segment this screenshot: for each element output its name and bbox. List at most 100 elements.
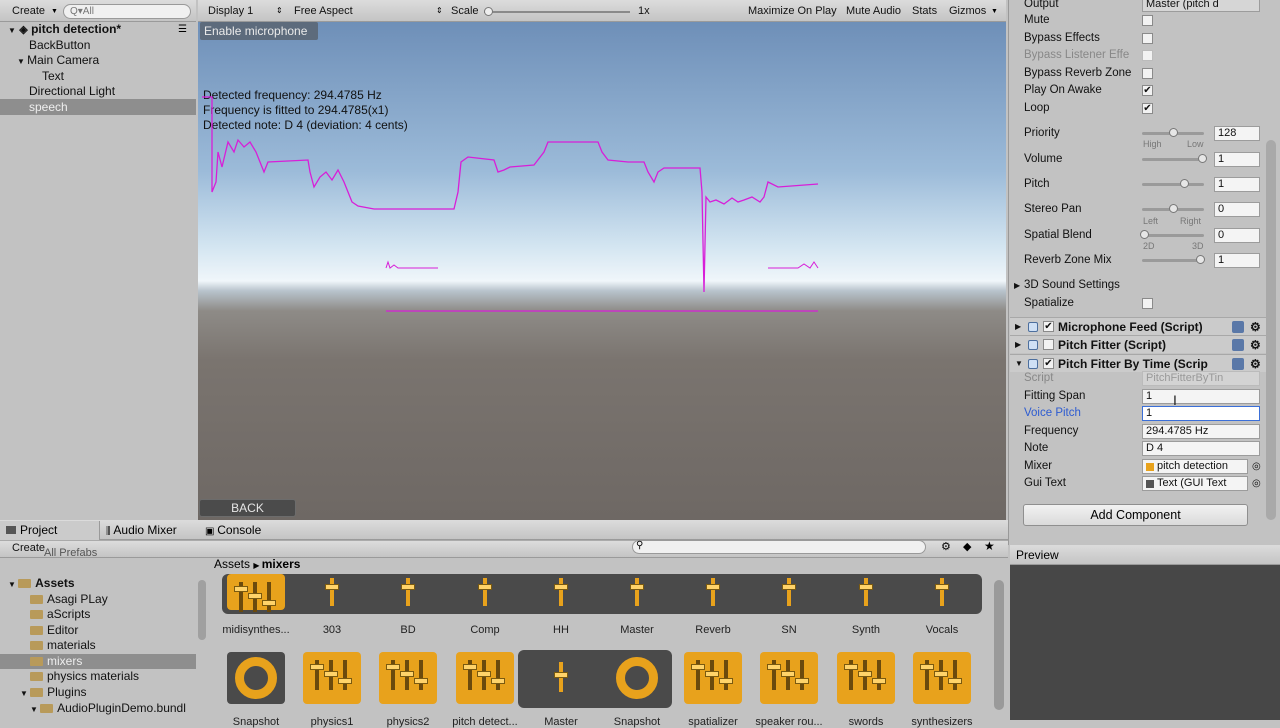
breadcrumb-mixers[interactable]: mixers	[262, 557, 301, 571]
spatial-blend-field[interactable]: 0	[1214, 228, 1260, 243]
hierarchy-search-input[interactable]: Q▾All	[63, 4, 191, 19]
folder-all-prefabs[interactable]: All Prefabs	[44, 548, 97, 558]
hierarchy-menu-icon[interactable]: ☰	[178, 24, 187, 35]
folder-plugins[interactable]: ▼ Plugins	[20, 685, 87, 700]
tab-audio-mixer[interactable]: ⫼ Audio Mixer	[106, 521, 177, 541]
hierarchy-create-button[interactable]: Create	[12, 3, 45, 20]
tree-scrollbar[interactable]	[198, 580, 206, 640]
help-icon[interactable]	[1232, 358, 1244, 370]
gear-icon[interactable]: ⚙	[1250, 318, 1261, 336]
hierarchy-item-speech[interactable]: speech	[0, 99, 196, 115]
volume-slider[interactable]	[1142, 154, 1207, 163]
asset-item[interactable]: Comp	[447, 574, 523, 636]
spatialize-checkbox[interactable]	[1142, 298, 1153, 309]
folder-editor[interactable]: Editor	[30, 623, 78, 638]
asset-item[interactable]: synthesizers	[904, 652, 980, 728]
folder-materials[interactable]: materials	[30, 638, 96, 653]
display-dropdown[interactable]: Display 1	[208, 3, 284, 20]
filter-type-icon[interactable]: ⚙	[941, 540, 951, 553]
inspector-scrollbar[interactable]	[1266, 140, 1276, 520]
sound-settings-foldout[interactable]: ▶ 3D Sound Settings	[1014, 277, 1266, 294]
slider-knob[interactable]	[1140, 230, 1149, 239]
asset-item[interactable]: spatializer	[675, 652, 751, 728]
object-picker-icon[interactable]: ◎	[1252, 458, 1261, 475]
asset-scrollbar[interactable]	[994, 580, 1004, 710]
slider-knob[interactable]	[1169, 204, 1178, 213]
stats-toggle[interactable]: Stats	[912, 3, 937, 20]
mixer-field[interactable]: pitch detection	[1142, 459, 1248, 474]
aspect-dropdown[interactable]: Free Aspect	[294, 3, 434, 20]
filter-label-icon[interactable]: ◆	[963, 540, 971, 553]
mute-audio-toggle[interactable]: Mute Audio	[846, 3, 901, 20]
folder-physics-materials[interactable]: physics materials	[30, 669, 139, 684]
voice-pitch-field[interactable]: 1	[1142, 406, 1260, 421]
project-create-button[interactable]: Create	[12, 540, 45, 557]
asset-item[interactable]: Master	[599, 574, 675, 636]
asset-item[interactable]: speaker rou...	[751, 652, 827, 728]
maximize-on-play-toggle[interactable]: Maximize On Play	[748, 3, 837, 20]
object-picker-icon[interactable]: ◎	[1252, 475, 1261, 492]
asset-item[interactable]: Synth	[828, 574, 904, 636]
scale-slider-knob[interactable]	[484, 7, 493, 16]
note-field[interactable]: D 4	[1142, 441, 1260, 456]
fitting-span-field[interactable]: 1	[1142, 389, 1260, 404]
asset-item[interactable]: SN	[751, 574, 827, 636]
help-icon[interactable]	[1232, 339, 1244, 351]
play-on-awake-checkbox[interactable]: ✔	[1142, 85, 1153, 96]
component-microphone-feed[interactable]: ▶ ✔ Microphone Feed (Script) ⚙	[1010, 317, 1270, 335]
frequency-field[interactable]: 294.4785 Hz	[1142, 424, 1260, 439]
scene-row[interactable]: ▼ ◈ pitch detection*	[0, 21, 196, 37]
folder-asagi-play[interactable]: Asagi PLay	[30, 592, 108, 607]
priority-slider[interactable]	[1142, 128, 1204, 137]
project-search-input[interactable]	[632, 540, 926, 554]
tab-project[interactable]: Project	[0, 521, 100, 540]
hierarchy-item-backbutton[interactable]: BackButton	[0, 37, 90, 53]
asset-item[interactable]: Master	[523, 652, 599, 728]
hierarchy-item-main-camera[interactable]: ▼ Main Camera	[0, 52, 99, 68]
slider-knob[interactable]	[1169, 128, 1178, 137]
output-field[interactable]: Master (pitch d	[1142, 0, 1260, 12]
asset-item[interactable]: midisynthes...	[218, 574, 294, 636]
asset-item[interactable]: swords	[828, 652, 904, 728]
asset-item[interactable]: pitch detect...	[447, 652, 523, 728]
gear-icon[interactable]: ⚙	[1250, 336, 1261, 354]
asset-item[interactable]: Reverb	[675, 574, 751, 636]
scale-slider[interactable]	[484, 11, 630, 13]
volume-field[interactable]: 1	[1214, 152, 1260, 167]
tab-console[interactable]: ▣ Console	[205, 521, 261, 541]
stereo-pan-field[interactable]: 0	[1214, 202, 1260, 217]
gui-text-field[interactable]: Text (GUI Text	[1142, 476, 1248, 491]
breadcrumb-assets[interactable]: Assets	[214, 557, 250, 571]
folder-assets[interactable]: ▼ Assets	[8, 576, 75, 591]
asset-item[interactable]: Vocals	[904, 574, 980, 636]
asset-item[interactable]: HH	[523, 574, 599, 636]
bypass-effects-checkbox[interactable]	[1142, 33, 1153, 44]
reverb-mix-field[interactable]: 1	[1214, 253, 1260, 268]
help-icon[interactable]	[1232, 321, 1244, 333]
slider-knob[interactable]	[1180, 179, 1189, 188]
folder-mixers[interactable]: mixers	[0, 654, 196, 669]
back-button[interactable]: BACK	[199, 499, 296, 517]
asset-item[interactable]: BD	[370, 574, 446, 636]
slider-knob[interactable]	[1198, 154, 1207, 163]
add-component-button[interactable]: Add Component	[1023, 504, 1248, 526]
asset-item[interactable]: physics2	[370, 652, 446, 728]
folder-ascripts[interactable]: aScripts	[30, 607, 90, 622]
loop-checkbox[interactable]: ✔	[1142, 103, 1153, 114]
bypass-reverb-checkbox[interactable]	[1142, 68, 1153, 79]
gizmos-dropdown[interactable]: Gizmos	[949, 3, 986, 20]
enable-checkbox[interactable]: ✔	[1043, 358, 1054, 369]
enable-checkbox[interactable]: ✔	[1043, 321, 1054, 332]
reverb-mix-slider[interactable]	[1142, 255, 1205, 264]
asset-item[interactable]: physics1	[294, 652, 370, 728]
folder-audioplugin-bundle[interactable]: ▼ AudioPluginDemo.bundl	[30, 701, 186, 716]
stereo-pan-slider[interactable]	[1142, 204, 1204, 213]
hierarchy-item-directional-light[interactable]: Directional Light	[0, 83, 115, 99]
enable-checkbox[interactable]	[1043, 339, 1054, 350]
favorite-icon[interactable]: ★	[984, 539, 995, 553]
slider-knob[interactable]	[1196, 255, 1205, 264]
pitch-slider[interactable]	[1142, 179, 1204, 188]
asset-item[interactable]: 303	[294, 574, 370, 636]
asset-item[interactable]: Snapshot	[218, 652, 294, 728]
spatial-blend-slider[interactable]	[1140, 230, 1204, 239]
